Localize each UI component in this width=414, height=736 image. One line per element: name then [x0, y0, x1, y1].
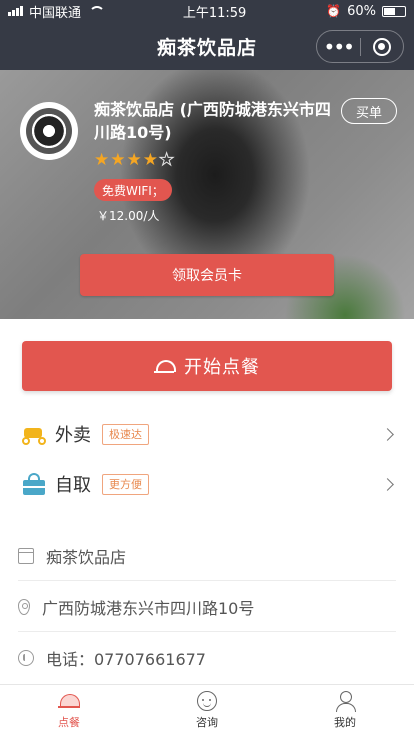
pickup-label: 自取	[55, 475, 91, 496]
store-name: 痴茶饮品店 (广西防城港东兴市四川路10号)	[94, 100, 331, 142]
battery-icon	[382, 5, 406, 17]
scooter-icon	[22, 423, 46, 445]
info-address[interactable]: 广西防城港东兴市四川路10号	[18, 582, 396, 632]
carrier-label: 中国联通	[29, 5, 82, 21]
signal-icon	[8, 6, 23, 16]
top-bar: 中国联通 上午11:59 ⏰ 60% 痴茶饮品店 •••	[0, 0, 414, 70]
battery-percent: 60%	[347, 3, 376, 19]
wifi-icon	[87, 6, 106, 16]
status-bar: 中国联通 上午11:59 ⏰ 60%	[0, 0, 414, 22]
phone-icon	[18, 650, 34, 666]
chevron-right-icon	[381, 427, 394, 441]
tab-mine[interactable]: 我的	[276, 685, 414, 736]
wifi-badge: 免费WIFI；	[94, 179, 172, 201]
price-per-person: ￥12.00/人	[97, 209, 160, 223]
tab-consult-label: 咨询	[196, 716, 218, 729]
member-card-button[interactable]: 领取会员卡	[80, 254, 334, 296]
info-phone[interactable]: 电话：07707661677	[18, 633, 396, 683]
chevron-right-icon	[381, 477, 394, 491]
alarm-icon: ⏰	[326, 4, 342, 18]
user-icon	[334, 691, 356, 712]
status-time: 上午11:59	[182, 5, 247, 21]
navbar: 痴茶饮品店 •••	[0, 22, 414, 70]
star-filled-icon: ★	[94, 150, 110, 170]
address-text: 广西防城港东兴市四川路10号	[42, 598, 255, 618]
tab-consult[interactable]: 咨询	[138, 685, 276, 736]
delivery-option[interactable]: 外卖 极速达	[0, 414, 414, 454]
tab-bar: 点餐 咨询 我的	[0, 684, 414, 736]
star-filled-icon: ★	[126, 150, 142, 170]
page-title: 痴茶饮品店	[156, 36, 257, 59]
info-shop-name: 痴茶饮品店	[18, 531, 396, 581]
shop-name-text: 痴茶饮品店	[46, 547, 127, 567]
tab-order-label: 点餐	[58, 716, 80, 729]
location-pin-icon	[18, 598, 30, 615]
target-circle-icon[interactable]	[361, 37, 404, 56]
start-order-button[interactable]: 开始点餐	[22, 341, 392, 391]
tab-order[interactable]: 点餐	[0, 685, 138, 736]
delivery-label: 外卖	[55, 425, 91, 446]
pickup-tag: 更方便	[102, 473, 149, 495]
buy-button[interactable]: 买单	[341, 98, 397, 124]
pickup-option[interactable]: 自取 更方便	[0, 464, 414, 504]
store-logo	[20, 102, 78, 160]
store-header: 痴茶饮品店 (广西防城港东兴市四川路10号) 买单 ★ ★ ★ ★ ★ 免费WIFI； …	[0, 70, 414, 319]
tab-mine-label: 我的	[334, 716, 356, 729]
phone-text: 电话：07707661677	[46, 650, 206, 669]
face-icon	[197, 691, 217, 711]
more-dots-icon[interactable]: •••	[317, 37, 360, 57]
star-empty-icon: ★	[158, 150, 175, 170]
star-filled-icon: ★	[110, 150, 126, 170]
shop-icon	[18, 547, 34, 564]
star-filled-icon: ★	[142, 150, 158, 170]
cloche-icon	[154, 358, 176, 374]
rating-stars: ★ ★ ★ ★ ★	[94, 150, 175, 170]
miniprogram-capsule: •••	[316, 30, 404, 63]
cloche-icon	[58, 691, 80, 711]
bag-icon	[22, 473, 46, 495]
delivery-tag: 极速达	[102, 423, 149, 445]
start-order-label: 开始点餐	[184, 357, 260, 378]
